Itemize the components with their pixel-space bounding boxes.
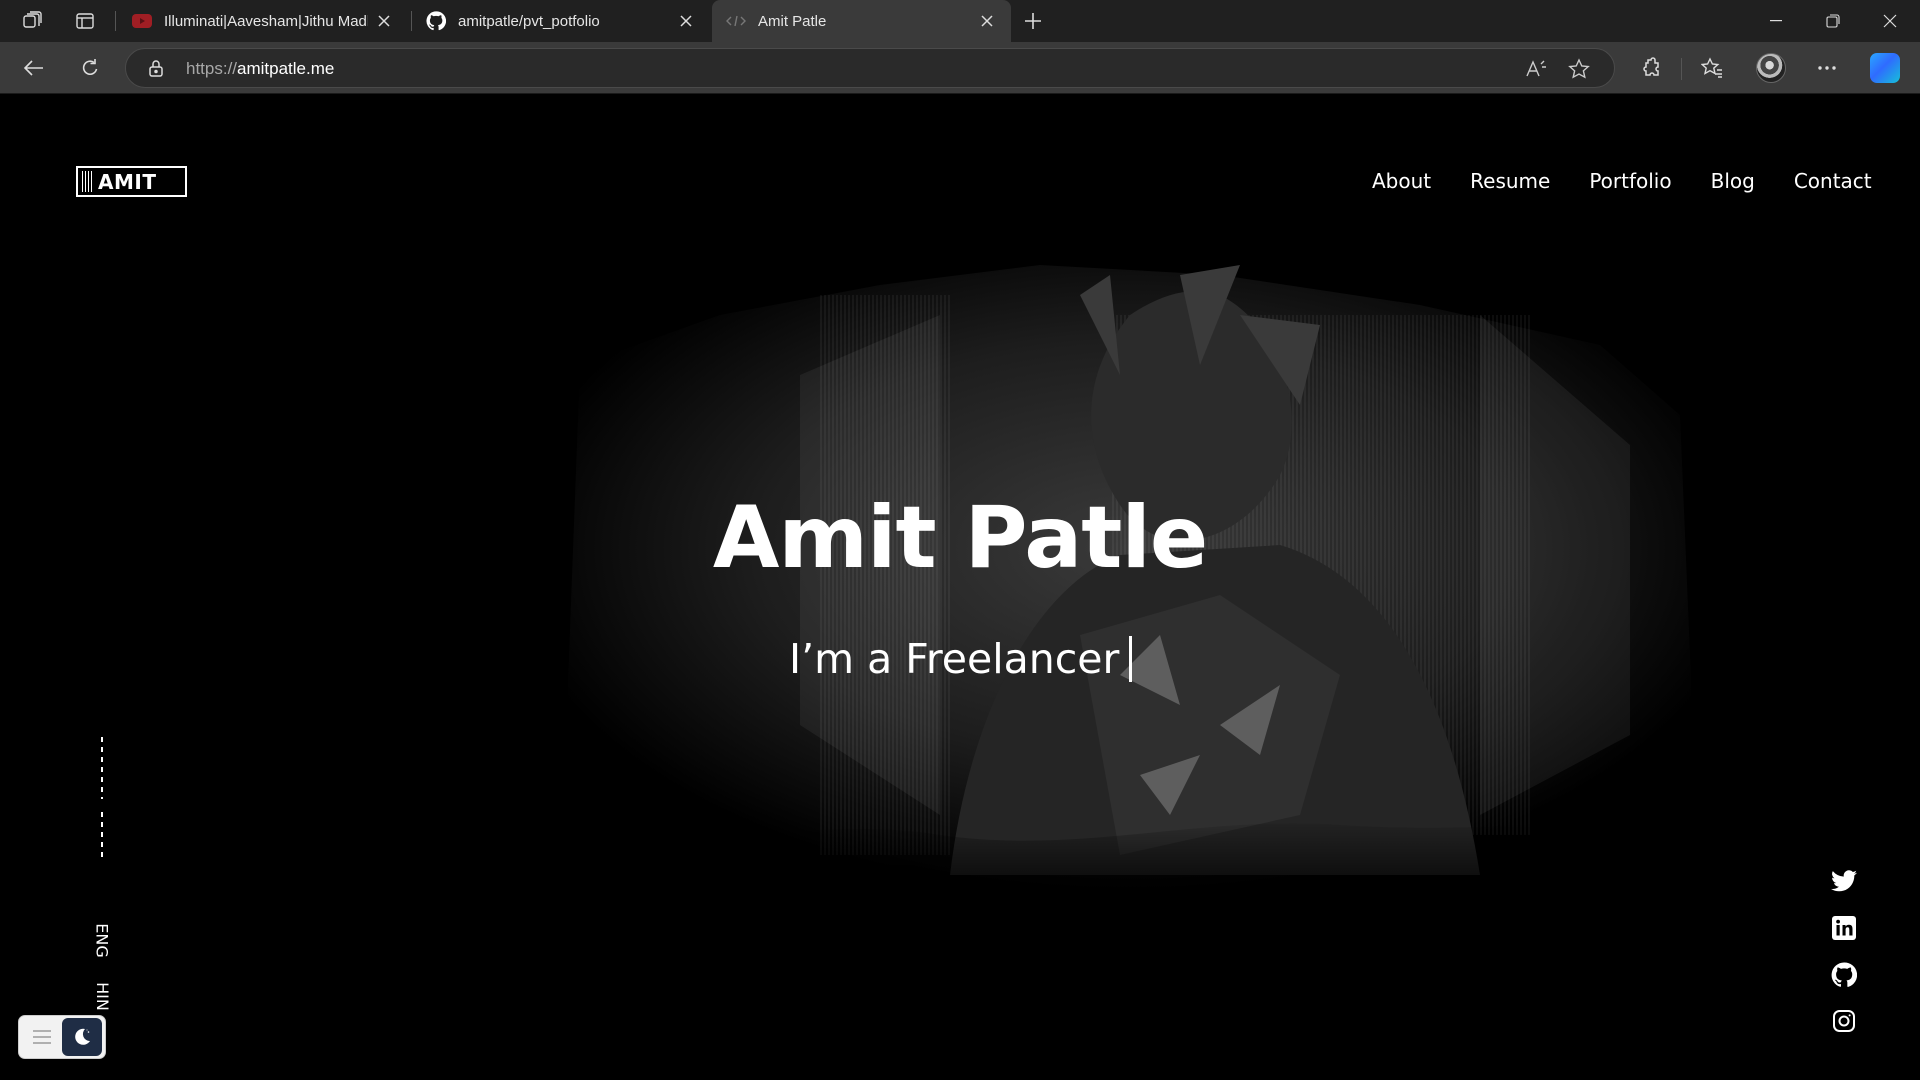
- url-text[interactable]: https://amitpatle.me: [186, 59, 334, 79]
- youtube-icon: [132, 11, 152, 31]
- lock-icon[interactable]: [146, 58, 166, 78]
- url-host: amitpatle.me: [237, 59, 335, 78]
- tab-youtube[interactable]: Illuminati|Aavesham|Jithu Madhavan: [118, 0, 408, 42]
- typing-caret: [1129, 636, 1133, 682]
- moon-icon[interactable]: [61, 1018, 102, 1056]
- hero-name: Amit Patle: [712, 488, 1208, 588]
- url-scheme: https://: [186, 59, 238, 78]
- more-options-icon[interactable]: [1809, 51, 1845, 85]
- twitter-icon[interactable]: [1830, 867, 1858, 895]
- github-icon: [426, 11, 446, 31]
- tab-title: amitpatle/pvt_potfolio: [458, 12, 600, 30]
- browser-tab-bar: Illuminati|Aavesham|Jithu Madhavan amitp…: [0, 0, 1920, 42]
- refresh-icon[interactable]: [72, 51, 108, 85]
- site-logo[interactable]: AMIT: [76, 166, 187, 197]
- profile-avatar[interactable]: [1756, 53, 1786, 83]
- code-icon: [726, 11, 746, 31]
- tab-title: Amit Patle: [758, 12, 827, 30]
- close-window-icon[interactable]: [1862, 0, 1918, 42]
- favorite-star-icon[interactable]: [1566, 56, 1592, 82]
- tab-title: Illuminati|Aavesham|Jithu Madhavan: [164, 12, 368, 30]
- logo-text: AMIT: [98, 169, 157, 194]
- lang-hin-label: HIN: [92, 981, 112, 1011]
- favorites-icon[interactable]: [1694, 51, 1730, 85]
- vertical-tabs-icon[interactable]: [72, 8, 98, 34]
- lang-eng-label: ENG: [92, 922, 112, 958]
- restore-icon[interactable]: [1805, 0, 1861, 42]
- tab-amit-patle[interactable]: Amit Patle: [712, 0, 1011, 42]
- close-icon[interactable]: [374, 11, 394, 31]
- tab-github[interactable]: amitpatle/pvt_potfolio: [412, 0, 710, 42]
- lang-hin[interactable]: HIN: [91, 979, 113, 1013]
- logo-stripes: [82, 171, 94, 192]
- menu-icon[interactable]: [22, 1019, 62, 1055]
- linkedin-icon[interactable]: [1830, 914, 1858, 942]
- nav-blog[interactable]: Blog: [1711, 169, 1755, 193]
- workspaces-icon[interactable]: [19, 8, 45, 34]
- nav-about[interactable]: About: [1372, 169, 1431, 193]
- instagram-icon[interactable]: [1830, 1007, 1858, 1035]
- close-icon[interactable]: [676, 11, 696, 31]
- nav-portfolio[interactable]: Portfolio: [1589, 169, 1671, 193]
- theme-toggle[interactable]: [18, 1015, 106, 1059]
- browser-toolbar: https://amitpatle.me: [0, 42, 1920, 94]
- read-aloud-icon[interactable]: [1523, 56, 1549, 82]
- close-icon[interactable]: [977, 11, 997, 31]
- address-bar[interactable]: https://amitpatle.me: [125, 48, 1615, 88]
- minimize-icon[interactable]: [1748, 0, 1804, 42]
- lang-eng[interactable]: ENG: [91, 923, 113, 957]
- new-tab-icon[interactable]: [1020, 8, 1046, 34]
- hero-role-text: I’m a Freelancer: [789, 635, 1120, 683]
- toolbar-separator: [1681, 58, 1682, 80]
- main-nav: About Resume Portfolio Blog Contact: [1372, 169, 1872, 193]
- copilot-icon[interactable]: [1870, 53, 1900, 83]
- extensions-icon[interactable]: [1633, 51, 1669, 85]
- decorative-dashed-line: [101, 737, 103, 799]
- nav-contact[interactable]: Contact: [1794, 169, 1872, 193]
- github-icon[interactable]: [1830, 961, 1858, 989]
- hero-role: I’m a Freelancer: [789, 635, 1133, 683]
- webpage: AMIT About Resume Portfolio Blog Contact…: [0, 95, 1920, 1080]
- tab-separator: [115, 11, 116, 31]
- decorative-dashed-line: [101, 812, 103, 860]
- back-icon[interactable]: [16, 51, 52, 85]
- nav-resume[interactable]: Resume: [1470, 169, 1550, 193]
